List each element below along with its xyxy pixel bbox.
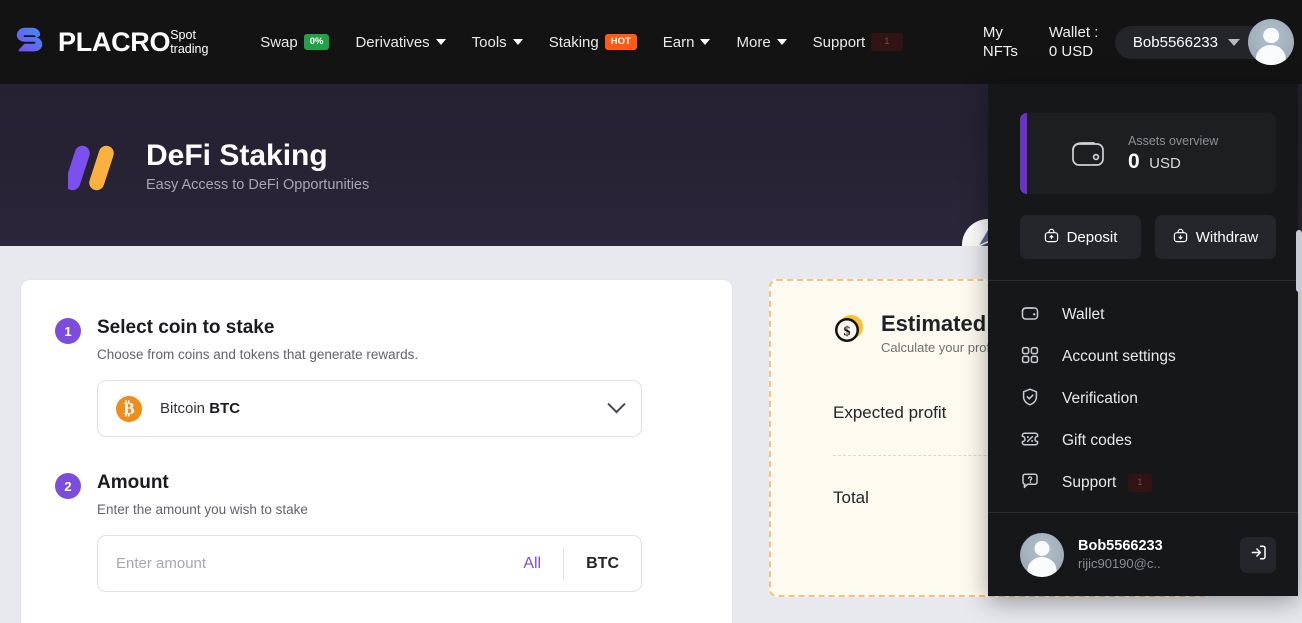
withdraw-icon bbox=[1173, 228, 1188, 247]
chevron-down-icon bbox=[607, 395, 625, 413]
account-dropdown-panel: Assets overview 0 USD Deposit bbox=[988, 84, 1298, 596]
step-1-description: Choose from coins and tokens that genera… bbox=[97, 347, 642, 362]
expected-profit-label: Expected profit bbox=[833, 403, 946, 423]
chevron-down-icon bbox=[436, 39, 446, 45]
amount-all-button[interactable]: All bbox=[501, 555, 563, 573]
nav-badge-swap: 0% bbox=[304, 34, 330, 50]
withdraw-label: Withdraw bbox=[1196, 229, 1259, 246]
dropdown-item-verification[interactable]: Verification bbox=[1020, 378, 1298, 420]
assets-overview-label: Assets overview bbox=[1128, 134, 1218, 148]
top-navbar: PLACRO Spot trading Swap 0% Derivatives … bbox=[0, 0, 1302, 84]
defi-staking-mark-icon bbox=[68, 137, 128, 193]
dropdown-menu: Wallet Account settings bbox=[988, 281, 1298, 504]
amount-unit-label[interactable]: BTC bbox=[563, 547, 641, 581]
wallet-icon bbox=[1020, 303, 1040, 328]
wallet-icon bbox=[1068, 134, 1108, 174]
nav-item-more[interactable]: More bbox=[736, 34, 786, 51]
dropdown-badge-support: 1 bbox=[1128, 474, 1151, 492]
ticket-percent-icon bbox=[1020, 429, 1040, 454]
chevron-down-icon bbox=[513, 39, 523, 45]
dropdown-label-wallet: Wallet bbox=[1062, 306, 1105, 324]
nav-badge-support: 1 bbox=[871, 33, 902, 51]
dropdown-user-footer: Bob5566233 rijic90190@c.. bbox=[988, 512, 1298, 596]
total-label: Total bbox=[833, 488, 869, 508]
logout-button[interactable] bbox=[1240, 537, 1276, 573]
dropdown-actions: Deposit Withdraw bbox=[1020, 215, 1276, 259]
amount-input[interactable] bbox=[98, 555, 501, 572]
withdraw-button[interactable]: Withdraw bbox=[1155, 215, 1276, 259]
nav-item-derivatives[interactable]: Derivatives bbox=[355, 34, 445, 51]
shield-check-icon bbox=[1020, 387, 1040, 412]
navbar-right: My NFTs Wallet : 0 USD Bob5566233 bbox=[983, 19, 1302, 65]
avatar[interactable] bbox=[1020, 533, 1064, 577]
page-title: DeFi Staking bbox=[146, 138, 369, 174]
logout-icon bbox=[1249, 543, 1268, 567]
coin-select[interactable]: ₿ Bitcoin BTC bbox=[97, 380, 642, 437]
chevron-down-icon bbox=[777, 39, 787, 45]
nav-item-support[interactable]: Support 1 bbox=[813, 33, 903, 51]
nav-item-swap[interactable]: Swap 0% bbox=[260, 34, 329, 51]
dropdown-label-gift-codes: Gift codes bbox=[1062, 432, 1132, 450]
coin-name-label: Bitcoin bbox=[160, 400, 205, 417]
bitcoin-icon: ₿ bbox=[116, 396, 142, 422]
placro-logo-icon bbox=[12, 26, 48, 58]
brand-subtitle: Spot trading bbox=[170, 28, 216, 56]
dropdown-item-account-settings[interactable]: Account settings bbox=[1020, 336, 1298, 378]
dropdown-label-account-settings: Account settings bbox=[1062, 348, 1176, 366]
avatar[interactable] bbox=[1248, 19, 1294, 65]
form-step-1: 1 Select coin to stake Choose from coins… bbox=[21, 280, 732, 437]
assets-overview-card[interactable]: Assets overview 0 USD bbox=[1020, 113, 1276, 194]
nav-item-earn[interactable]: Earn bbox=[663, 34, 711, 51]
nav-label-derivatives: Derivatives bbox=[355, 34, 429, 51]
account-name-label: Bob5566233 bbox=[1133, 34, 1218, 51]
assets-amount: 0 bbox=[1128, 150, 1140, 173]
dropdown-item-gift-codes[interactable]: Gift codes bbox=[1020, 420, 1298, 462]
chevron-down-icon bbox=[700, 39, 710, 45]
deposit-label: Deposit bbox=[1067, 229, 1118, 246]
nav-wallet-balance[interactable]: Wallet : 0 USD bbox=[1049, 23, 1105, 61]
chevron-down-icon bbox=[1228, 39, 1240, 46]
nav-label-earn: Earn bbox=[663, 34, 695, 51]
dropdown-label-verification: Verification bbox=[1062, 390, 1138, 408]
dropdown-user-email: rijic90190@c.. bbox=[1078, 556, 1240, 571]
step-1-title: Select coin to stake bbox=[97, 316, 642, 340]
page-subtitle: Easy Access to DeFi Opportunities bbox=[146, 177, 369, 193]
nav-badge-staking: HOT bbox=[605, 34, 637, 50]
page-root: PLACRO Spot trading Swap 0% Derivatives … bbox=[0, 0, 1302, 623]
dropdown-item-support[interactable]: Support 1 bbox=[1020, 462, 1298, 504]
deposit-button[interactable]: Deposit bbox=[1020, 215, 1141, 259]
dropdown-scrollbar[interactable] bbox=[1296, 230, 1302, 292]
coin-ticker-label: BTC bbox=[209, 400, 240, 417]
brand-name: PLACRO bbox=[58, 27, 170, 57]
assets-currency: USD bbox=[1149, 155, 1181, 172]
step-number-2: 2 bbox=[55, 473, 81, 499]
dropdown-item-wallet[interactable]: Wallet bbox=[1020, 294, 1298, 336]
help-chat-icon bbox=[1020, 471, 1040, 496]
step-2-description: Enter the amount you wish to stake bbox=[97, 502, 642, 517]
nav-label-tools: Tools bbox=[472, 34, 507, 51]
deposit-icon bbox=[1044, 228, 1059, 247]
nav-label-support: Support bbox=[813, 34, 866, 51]
dropdown-user-name: Bob5566233 bbox=[1078, 538, 1240, 554]
staking-form-card: 1 Select coin to stake Choose from coins… bbox=[20, 279, 733, 623]
nav-label-more: More bbox=[736, 34, 770, 51]
grid-icon bbox=[1020, 345, 1040, 370]
svg-text:$: $ bbox=[844, 325, 851, 340]
nav-item-tools[interactable]: Tools bbox=[472, 34, 523, 51]
step-number-1: 1 bbox=[55, 318, 81, 344]
nav-item-my-nfts[interactable]: My NFTs bbox=[983, 23, 1031, 61]
nav-label-swap: Swap bbox=[260, 34, 298, 51]
dropdown-label-support: Support bbox=[1062, 474, 1116, 492]
dollar-coin-icon: $ bbox=[833, 313, 865, 345]
nav-item-staking[interactable]: Staking HOT bbox=[549, 34, 637, 51]
form-step-2: 2 Amount Enter the amount you wish to st… bbox=[21, 437, 732, 592]
nav-label-staking: Staking bbox=[549, 34, 599, 51]
brand-logo-link[interactable]: PLACRO Spot trading bbox=[12, 26, 216, 58]
amount-field-group: All BTC bbox=[97, 535, 642, 592]
step-2-title: Amount bbox=[97, 471, 642, 495]
nav-links: Swap 0% Derivatives Tools Staking HOT Ea… bbox=[260, 33, 902, 51]
